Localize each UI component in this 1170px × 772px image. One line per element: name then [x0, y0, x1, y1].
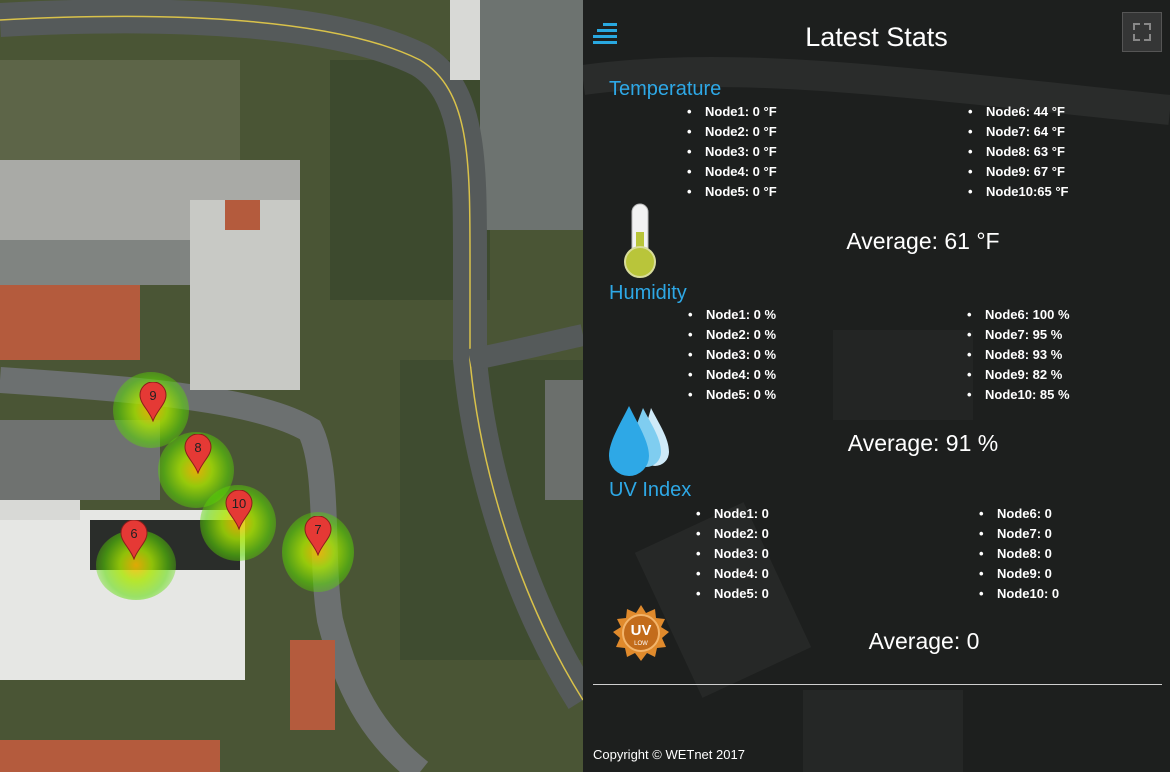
- temperature-average: Average: 61 °F: [846, 228, 1000, 254]
- list-item: Node10: 0: [977, 584, 1059, 604]
- map-imagery: [0, 0, 583, 772]
- map-marker-icon[interactable]: 6: [120, 520, 148, 560]
- temperature-right-list: Node6: 44 °F Node7: 64 °F Node8: 63 °F N…: [966, 102, 1069, 202]
- list-item: Node3: 0 °F: [685, 142, 777, 162]
- list-item: Node8: 0: [977, 544, 1059, 564]
- list-item: Node4: 0 %: [686, 365, 776, 385]
- list-item: Node1: 0 °F: [685, 102, 777, 122]
- map-marker-icon[interactable]: 8: [184, 434, 212, 474]
- humidity-title: Humidity: [609, 282, 687, 304]
- stats-panel: Latest Stats Temperature Node1: 0 °F Nod…: [583, 0, 1170, 772]
- panel-background: [583, 0, 1170, 772]
- uv-badge-level: LOW: [634, 641, 648, 647]
- humidity-left-list: Node1: 0 % Node2: 0 % Node3: 0 % Node4: …: [686, 305, 776, 405]
- marker-label: 10: [231, 496, 247, 511]
- marker-label: 8: [194, 440, 202, 455]
- water-drops-icon: [609, 406, 669, 476]
- temperature-title: Temperature: [609, 78, 722, 100]
- humidity-right-list: Node6: 100 % Node7: 95 % Node8: 93 % Nod…: [965, 305, 1070, 405]
- map-marker-icon[interactable]: 7: [304, 516, 332, 556]
- list-item: Node2: 0 %: [686, 325, 776, 345]
- map-marker-icon[interactable]: 9: [139, 382, 167, 422]
- list-item: Node9: 67 °F: [966, 162, 1069, 182]
- list-item: Node2: 0: [694, 524, 769, 544]
- uv-right-list: Node6: 0 Node7: 0 Node8: 0 Node9: 0 Node…: [977, 504, 1059, 604]
- satellite-map[interactable]: 9 8 10 6 7: [0, 0, 583, 772]
- marker-label: 9: [149, 388, 157, 403]
- thermometer-icon: [624, 203, 656, 278]
- uv-badge-icon: UV LOW: [613, 605, 669, 661]
- list-item: Node2: 0 °F: [685, 122, 777, 142]
- uv-title: UV Index: [609, 479, 692, 501]
- temperature-left-list: Node1: 0 °F Node2: 0 °F Node3: 0 °F Node…: [685, 102, 777, 202]
- list-item: Node3: 0: [694, 544, 769, 564]
- list-item: Node5: 0 °F: [685, 182, 777, 202]
- list-item: Node7: 64 °F: [966, 122, 1069, 142]
- divider: [593, 684, 1162, 685]
- list-item: Node9: 82 %: [965, 365, 1070, 385]
- marker-label: 7: [314, 522, 322, 537]
- humidity-average: Average: 91 %: [847, 430, 999, 456]
- list-item: Node6: 44 °F: [966, 102, 1069, 122]
- list-item: Node10: 85 %: [965, 385, 1070, 405]
- list-item: Node1: 0 %: [686, 305, 776, 325]
- uv-left-list: Node1: 0 Node2: 0 Node3: 0 Node4: 0 Node…: [694, 504, 769, 604]
- list-item: Node4: 0: [694, 564, 769, 584]
- uv-badge-text: UV: [631, 622, 652, 639]
- list-item: Node6: 100 %: [965, 305, 1070, 325]
- list-item: Node10:65 °F: [966, 182, 1069, 202]
- uv-average: Average: 0: [868, 628, 980, 654]
- list-item: Node6: 0: [977, 504, 1059, 524]
- list-item: Node1: 0: [694, 504, 769, 524]
- list-item: Node7: 0: [977, 524, 1059, 544]
- list-item: Node8: 63 °F: [966, 142, 1069, 162]
- list-item: Node8: 93 %: [965, 345, 1070, 365]
- list-item: Node5: 0: [694, 584, 769, 604]
- copyright-text: Copyright © WETnet 2017: [593, 747, 745, 762]
- list-item: Node3: 0 %: [686, 345, 776, 365]
- marker-label: 6: [130, 526, 138, 541]
- page-title: Latest Stats: [805, 22, 948, 52]
- list-item: Node9: 0: [977, 564, 1059, 584]
- fullscreen-button[interactable]: [1122, 12, 1162, 52]
- list-item: Node4: 0 °F: [685, 162, 777, 182]
- list-item: Node7: 95 %: [965, 325, 1070, 345]
- fullscreen-icon: [1133, 23, 1151, 41]
- map-marker-icon[interactable]: 10: [225, 490, 253, 530]
- list-item: Node5: 0 %: [686, 385, 776, 405]
